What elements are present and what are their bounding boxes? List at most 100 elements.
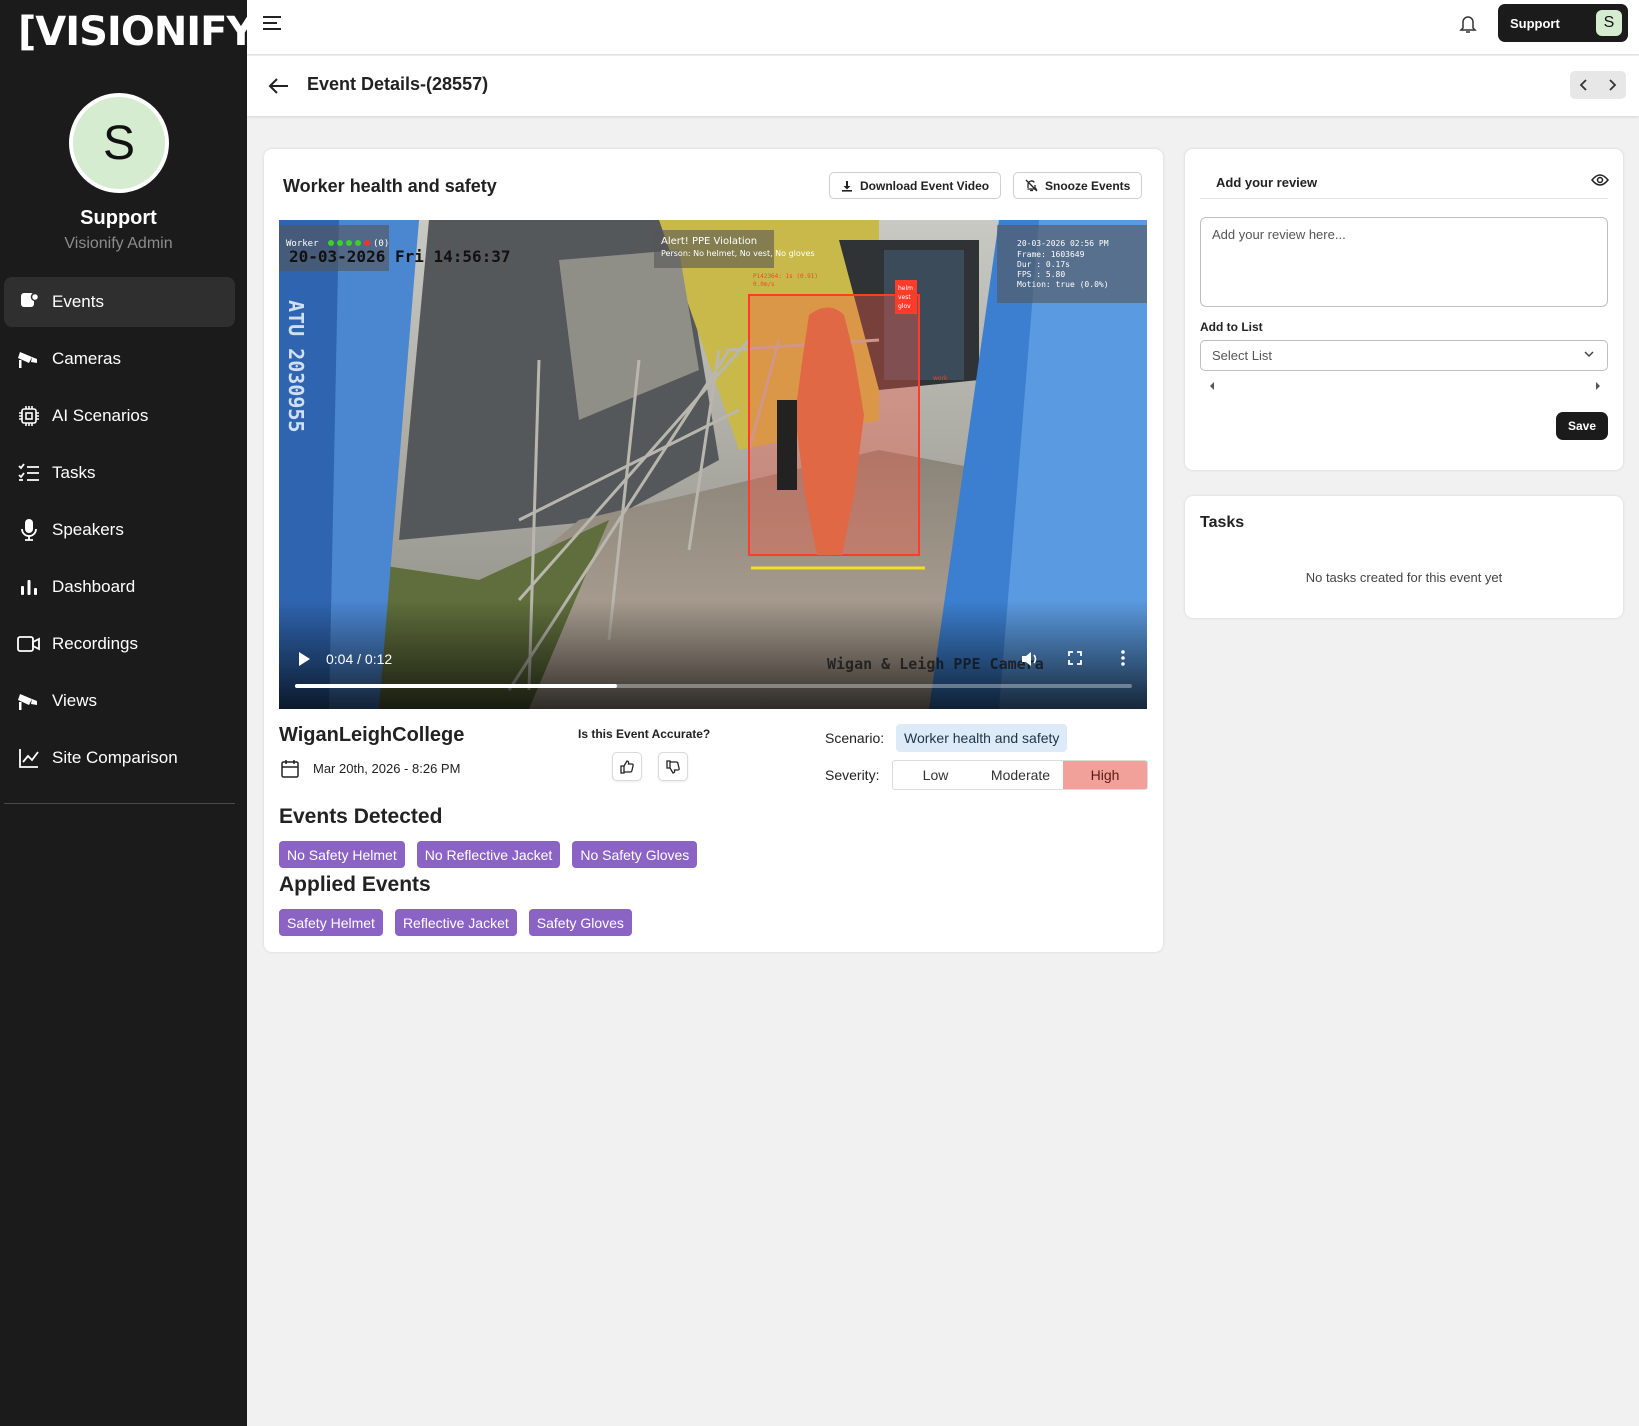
task-list-icon	[16, 461, 42, 485]
top-bar: Support S	[247, 0, 1639, 55]
sidebar-item-label: Dashboard	[52, 577, 136, 596]
chip-icon	[16, 404, 42, 428]
fullscreen-button[interactable]	[1068, 651, 1084, 667]
visionify-logo[interactable]: [VISIONIFY]	[18, 6, 273, 58]
play-button[interactable]	[297, 651, 313, 667]
overlay-stat: FPS : 5.80	[1017, 270, 1065, 279]
volume-button[interactable]	[1021, 651, 1039, 667]
event-date: Mar 20th, 2026 - 8:26 PM	[281, 759, 460, 778]
sidebar-item-label: Tasks	[52, 463, 96, 482]
more-options-button[interactable]	[1121, 650, 1129, 668]
severity-moderate-option[interactable]: Moderate	[978, 761, 1063, 789]
next-event-button[interactable]	[1598, 71, 1626, 99]
event-card: Worker health and safety Download Event …	[264, 149, 1163, 952]
review-textarea[interactable]	[1200, 217, 1608, 307]
microphone-icon	[16, 518, 42, 542]
add-to-list-label: Add to List	[1200, 320, 1263, 334]
event-date-text: Mar 20th, 2026 - 8:26 PM	[313, 761, 461, 776]
detected-event-tag: No Reflective Jacket	[416, 841, 561, 868]
bell-icon[interactable]	[1459, 14, 1479, 34]
thumbs-up-button[interactable]	[612, 752, 642, 781]
thumbs-down-button[interactable]	[658, 752, 688, 781]
severity-low-option[interactable]: Low	[893, 761, 978, 789]
overlay-box-tag: glov	[898, 303, 911, 310]
event-video-player[interactable]: Worker (0) 20-03-2026 Fri 14:56:37 Alert…	[279, 220, 1147, 709]
overlay-box-speed: 0.0m/s	[753, 281, 775, 288]
sidebar-item-label: Recordings	[52, 634, 138, 653]
overlay-stat: Dur : 0.17s	[1017, 260, 1070, 269]
sidebar-item-site-comparison[interactable]: Site Comparison	[4, 733, 235, 783]
scenario-label: Scenario:	[825, 730, 885, 746]
sidebar-item-dashboard[interactable]: Dashboard	[4, 562, 235, 612]
select-list-dropdown[interactable]: Select List	[1200, 340, 1608, 371]
event-title: Worker health and safety	[283, 176, 497, 196]
thumbs-up-icon	[620, 759, 634, 774]
snooze-events-button[interactable]: Snooze Events	[1013, 172, 1143, 199]
user-menu-button[interactable]: Support S	[1498, 4, 1628, 42]
overlay-box-tag: vest	[898, 294, 911, 301]
sidebar-item-cameras[interactable]: Cameras	[4, 334, 235, 384]
overlay-box-id: P142364: 1s (0.91)	[753, 273, 818, 280]
camera-icon	[16, 689, 42, 713]
back-arrow-icon[interactable]	[267, 74, 291, 98]
sidebar-item-ai-scenarios[interactable]: AI Scenarios	[4, 391, 235, 441]
severity-high-option[interactable]: High	[1063, 761, 1147, 789]
sidebar-item-events[interactable]: Events	[4, 277, 235, 327]
page-header: Event Details-(28557)	[247, 56, 1639, 116]
bell-off-icon	[1025, 179, 1038, 192]
scroll-right-icon[interactable]	[1595, 378, 1601, 396]
video-progress-fill	[295, 684, 618, 688]
applied-events-tags: Safety Helmet Reflective Jacket Safety G…	[279, 909, 644, 936]
severity-label: Severity:	[825, 767, 880, 783]
sidebar-item-tasks[interactable]: Tasks	[4, 448, 235, 498]
sidebar-divider	[4, 803, 235, 804]
previous-event-button[interactable]	[1570, 71, 1598, 99]
applied-event-tag: Safety Gloves	[528, 909, 632, 936]
sidebar-nav: Events Cameras AI Scenarios Tasks Speake…	[4, 277, 235, 790]
line-chart-icon	[16, 746, 42, 770]
overlay-timestamp: 20-03-2026 Fri 14:56:37	[289, 247, 511, 266]
events-detected-tags: No Safety Helmet No Reflective Jacket No…	[279, 841, 709, 868]
thumbs-down-icon	[666, 759, 680, 774]
save-review-button[interactable]: Save	[1556, 412, 1608, 440]
chevron-down-icon	[1584, 351, 1594, 358]
user-name: Support	[80, 207, 157, 229]
volume-icon	[1022, 652, 1037, 666]
camera-icon	[16, 347, 42, 371]
overlay-box-tag: helm	[898, 285, 913, 292]
review-card: Add your review Add to List Select List …	[1185, 149, 1623, 470]
snooze-events-label: Snooze Events	[1045, 178, 1131, 193]
user-menu-label: Support	[1510, 15, 1560, 31]
sidebar-item-speakers[interactable]: Speakers	[4, 505, 235, 555]
sidebar-item-recordings[interactable]: Recordings	[4, 619, 235, 669]
tasks-empty-message: No tasks created for this event yet	[1305, 570, 1503, 585]
sidebar-item-views[interactable]: Views	[4, 676, 235, 726]
event-pager	[1570, 71, 1626, 99]
overlay-alert-detail: Person: No helmet, No vest, No gloves	[661, 249, 815, 258]
scroll-left-icon[interactable]	[1209, 378, 1215, 396]
sidebar-item-label: Speakers	[52, 520, 124, 539]
events-detected-heading: Events Detected	[279, 805, 443, 828]
video-progress-track[interactable]	[295, 684, 1132, 688]
review-divider	[1200, 198, 1608, 199]
video-time: 0:04 / 0:12	[326, 651, 393, 667]
sidebar-item-label: Cameras	[52, 349, 121, 368]
select-list-value: Select List	[1212, 348, 1272, 363]
detected-event-tag: No Safety Helmet	[279, 841, 405, 868]
download-event-video-button[interactable]: Download Event Video	[829, 172, 1002, 199]
page-title: Event Details-(28557)	[307, 74, 489, 94]
chevron-left-icon	[1579, 79, 1587, 91]
applied-event-tag: Reflective Jacket	[394, 909, 517, 936]
user-mini-avatar: S	[1596, 10, 1622, 36]
scenario-chip: Worker health and safety	[896, 724, 1068, 752]
menu-icon[interactable]	[261, 14, 283, 34]
site-name: WiganLeighCollege	[279, 724, 465, 746]
sidebar-item-label: Views	[52, 691, 98, 710]
download-icon	[842, 180, 852, 192]
overlay-stat: Frame: 1603649	[1017, 250, 1085, 259]
overlay-box-work: work	[933, 375, 948, 382]
applied-event-tag: Safety Helmet	[279, 909, 383, 936]
review-heading: Add your review	[1216, 175, 1318, 190]
eye-icon[interactable]	[1591, 173, 1609, 192]
detected-event-tag: No Safety Gloves	[572, 841, 698, 868]
